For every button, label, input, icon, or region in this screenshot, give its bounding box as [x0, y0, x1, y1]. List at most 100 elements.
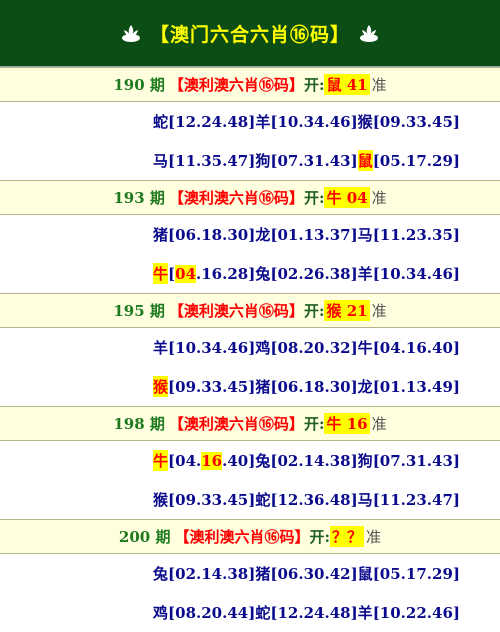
zodiac-number: 01 [379, 377, 401, 396]
zodiac-number: 10 [175, 338, 197, 357]
zodiac-number: 05 [379, 564, 401, 583]
round-header: 200 期【澳利澳六肖⑯码】 开:？？准 [0, 520, 500, 554]
zodiac-number: 17 [405, 564, 427, 583]
zodiac-number: 06 [277, 377, 299, 396]
zodiac-number: 02 [175, 564, 197, 583]
page-header: 【澳门六合六肖⑯码】 [0, 0, 500, 67]
zodiac-name: 猴 [357, 113, 373, 131]
draw-label: 开: [303, 415, 325, 433]
zodiac-number: 13 [303, 225, 325, 244]
zodiac-name: 马 [357, 491, 373, 509]
zodiac-number: 46 [329, 112, 351, 131]
zodiac-number: 29 [432, 151, 453, 170]
round-title: 【澳利澳六肖⑯码】 [168, 302, 304, 320]
zodiac-number: 38 [329, 264, 351, 283]
lotus-emblem-icon [360, 25, 378, 42]
zodiac-number: 34 [405, 264, 427, 283]
zodiac-name: 鼠 [357, 150, 373, 171]
prediction-line: 猴[09. 33. 45] 猪[06. 18. 30] 龙[01. 13. 49] [153, 376, 460, 397]
prediction-line: 猴[09. 33. 45] 蛇[12. 36. 48] 马[11. 23. 47] [153, 490, 460, 510]
accuracy-label: 准 [366, 528, 382, 546]
zodiac-number: 23 [405, 490, 427, 509]
zodiac-number: 16 [201, 264, 223, 283]
zodiac-number: 12 [277, 490, 299, 509]
zodiac-number: 38 [329, 451, 351, 470]
round-block: 195 期【澳利澳六肖⑯码】 开: 猴 21 准羊[10. 34. 46] 鸡[08. 20.… [0, 293, 500, 406]
draw-result: 牛 04 [324, 187, 370, 208]
draw-result: 鼠 41 [324, 74, 370, 95]
round-header: 193 期【澳利澳六肖⑯码】 开: 牛 04 准 [0, 181, 500, 215]
zodiac-name: 牛 [153, 450, 169, 471]
zodiac-number: 11 [379, 490, 401, 509]
zodiac-number: 26 [303, 264, 325, 283]
zodiac-number: 20 [201, 603, 223, 622]
zodiac-number: 18 [303, 377, 325, 396]
period-label: 200 期 [118, 528, 171, 546]
zodiac-name: 蛇 [255, 604, 271, 622]
zodiac-number: 12 [175, 112, 197, 131]
draw-label: 开: [309, 528, 331, 546]
period-label: 190 期 [113, 76, 165, 94]
period-label: 195 期 [113, 302, 165, 320]
zodiac-number: 09 [175, 377, 197, 396]
zodiac-name: 马 [357, 226, 373, 244]
zodiac-number: 06 [175, 225, 197, 244]
round-block: 200 期【澳利澳六肖⑯码】 开:？？准兔[02. 14. 38] 猪[06. 30. 42… [0, 519, 500, 632]
zodiac-name: 蛇 [255, 491, 271, 509]
zodiac-number: 02 [277, 451, 299, 470]
zodiac-name: 鸡 [153, 604, 169, 622]
zodiac-number: 22 [405, 603, 427, 622]
zodiac-number: 08 [277, 338, 299, 357]
zodiac-number: 07 [379, 451, 401, 470]
round-title: 【澳利澳六肖⑯码】 [168, 415, 304, 433]
period-label: 193 期 [113, 189, 165, 207]
zodiac-name: 羊 [153, 339, 169, 357]
zodiac-number: 16 [405, 338, 427, 357]
zodiac-number: 42 [329, 564, 351, 583]
round-title: 【澳利澳六肖⑯码】 [168, 189, 304, 207]
accuracy-label: 准 [371, 302, 387, 320]
zodiac-number: 35 [201, 151, 223, 170]
prediction-line: 牛[04. 16. 28] 兔[02. 26. 38] 羊[10. 34. 46] [153, 263, 460, 284]
prediction-list: 190 期【澳利澳六肖⑯码】 开: 鼠 41 准蛇[12. 24. 48] 羊[10. 34.… [0, 67, 500, 632]
draw-label: 开: [303, 189, 325, 207]
zodiac-number: 11 [175, 151, 197, 170]
round-title: 【澳利澳六肖⑯码】 [174, 528, 310, 546]
prediction-line: 牛[04. 16. 40] 兔[02. 14. 38] 狗[07. 31. 43] [153, 450, 460, 471]
zodiac-name: 鼠 [357, 565, 373, 583]
zodiac-number: 04 [175, 451, 197, 470]
prediction-line: 兔[02. 14. 38] 猪[06. 30. 42] 鼠[05. 17. 29] [153, 564, 460, 584]
zodiac-number: 18 [201, 225, 223, 244]
zodiac-name: 兔 [255, 452, 271, 470]
zodiac-number: 35 [432, 225, 453, 244]
zodiac-number: 48 [329, 603, 351, 622]
zodiac-number: 47 [227, 151, 249, 170]
zodiac-number: 49 [432, 377, 453, 396]
zodiac-number: 31 [405, 451, 427, 470]
page-title: 【澳门六合六肖⑯码】 [149, 23, 350, 46]
accuracy-label: 准 [371, 189, 387, 207]
zodiac-number: 33 [201, 377, 223, 396]
zodiac-name: 蛇 [153, 113, 169, 131]
zodiac-number: 06 [277, 564, 299, 583]
zodiac-name: 猪 [255, 378, 271, 396]
zodiac-name: 羊 [357, 604, 373, 622]
zodiac-name: 牛 [357, 339, 373, 357]
zodiac-name: 鸡 [255, 339, 271, 357]
zodiac-number: 07 [277, 151, 299, 170]
zodiac-number: 20 [303, 338, 325, 357]
zodiac-number: 48 [329, 490, 351, 509]
zodiac-number: 30 [227, 225, 249, 244]
zodiac-number: 05 [379, 151, 401, 170]
zodiac-name: 羊 [357, 265, 373, 283]
zodiac-number: 40 [227, 451, 249, 470]
zodiac-number: 45 [227, 490, 249, 509]
zodiac-number: 28 [227, 264, 249, 283]
zodiac-name: 猴 [153, 491, 169, 509]
zodiac-number: 10 [379, 264, 401, 283]
round-block: 193 期【澳利澳六肖⑯码】 开: 牛 04 准猪[06. 18. 30] 龙[01. 13.… [0, 180, 500, 293]
accuracy-label: 准 [371, 76, 387, 94]
zodiac-number: 34 [201, 338, 223, 357]
zodiac-number: 08 [175, 603, 197, 622]
zodiac-number: 37 [329, 225, 351, 244]
